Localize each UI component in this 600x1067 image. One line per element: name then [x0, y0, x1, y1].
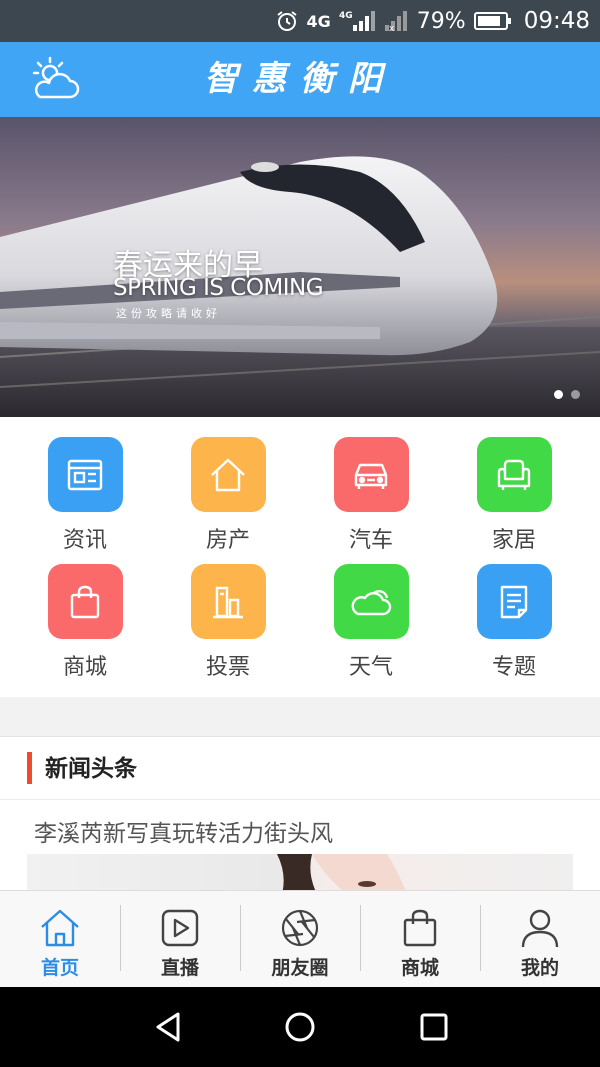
news-icon: [47, 437, 123, 512]
shopping-bag-icon: [47, 564, 123, 639]
svg-text:4G: 4G: [339, 11, 353, 21]
house-icon: [190, 437, 266, 512]
carousel-dot-2[interactable]: [571, 390, 580, 399]
grid-item-car[interactable]: 汽车: [311, 437, 431, 567]
grid-item-label: 房产: [205, 528, 250, 553]
home-icon: [37, 905, 83, 951]
clock: 09:48: [523, 8, 590, 34]
grid-item-house[interactable]: 房产: [168, 437, 288, 567]
grid-item-label: 商城: [62, 655, 107, 680]
shopping-bag-icon: [397, 905, 443, 951]
tab-mine[interactable]: 我的: [480, 891, 600, 988]
app-title: 智惠衡阳: [204, 59, 396, 99]
network-type-label: 4G: [306, 11, 331, 31]
grid-item-mall[interactable]: 商城: [25, 564, 145, 694]
signal-weak-icon: x: [383, 9, 409, 33]
banner-carousel[interactable]: 春运来的早 SPRING IS COMING 这份攻略请收好: [0, 117, 600, 417]
banner-subtitle: SPRING IS COMING: [113, 275, 324, 301]
tab-mall[interactable]: 商城: [360, 891, 480, 988]
grid-item-label: 家居: [491, 528, 536, 553]
car-icon: [333, 437, 409, 512]
section-accent-bar: [27, 752, 32, 784]
grid-item-label: 专题: [491, 655, 536, 680]
news-section-header: 新闻头条: [0, 738, 600, 800]
document-icon: [476, 564, 552, 639]
battery-percent: 79%: [416, 8, 466, 34]
bottom-tab-bar: 首页 直播 朋友圈 商城 我的: [0, 890, 600, 987]
carousel-dot-1[interactable]: [554, 390, 563, 399]
signal-icon: 4G: [339, 9, 375, 33]
tab-label: 首页: [40, 957, 79, 979]
train-image: [0, 156, 600, 417]
grid-item-label: 资讯: [62, 528, 107, 553]
svg-text:x: x: [389, 24, 395, 33]
tab-live[interactable]: 直播: [120, 891, 240, 988]
tab-label: 朋友圈: [271, 957, 329, 979]
battery-icon: [473, 11, 512, 31]
back-icon[interactable]: [150, 1009, 186, 1045]
tab-label: 我的: [520, 957, 559, 979]
grid-item-topic[interactable]: 专题: [454, 564, 574, 694]
banner-caption: 这份攻略请收好: [116, 307, 221, 320]
play-icon: [157, 905, 203, 951]
tab-label: 直播: [160, 957, 199, 979]
home-button-icon[interactable]: [282, 1009, 318, 1045]
bar-chart-icon: [190, 564, 266, 639]
alarm-icon: [275, 9, 299, 33]
aperture-icon: [277, 905, 323, 951]
tab-moments[interactable]: 朋友圈: [240, 891, 360, 988]
grid-item-weather[interactable]: 天气: [311, 564, 431, 694]
grid-item-label: 汽车: [348, 528, 393, 553]
grid-item-label: 天气: [348, 655, 393, 680]
system-navigation-bar: [0, 987, 600, 1067]
grid-item-home[interactable]: 家居: [454, 437, 574, 567]
section-divider: [0, 697, 600, 737]
grid-item-label: 投票: [205, 655, 250, 680]
news-section-title: 新闻头条: [45, 756, 137, 782]
app-header: 智惠衡阳: [0, 42, 600, 117]
cloud-icon: [333, 564, 409, 639]
category-grid: 资讯 房产 汽车 家居 商城 投票 天气 专题: [0, 417, 600, 697]
tab-label: 商城: [400, 957, 439, 979]
recents-icon[interactable]: [416, 1009, 452, 1045]
carousel-indicator: [554, 390, 580, 399]
sofa-icon: [476, 437, 552, 512]
news-item-title[interactable]: 李溪芮新写真玩转活力街头风: [34, 814, 333, 848]
user-icon: [517, 905, 563, 951]
news-item-image[interactable]: [27, 854, 573, 894]
grid-item-news[interactable]: 资讯: [25, 437, 145, 567]
grid-item-vote[interactable]: 投票: [168, 564, 288, 694]
status-bar: 4G 4G x 79% 09:48: [0, 0, 600, 42]
tab-home[interactable]: 首页: [0, 891, 120, 988]
